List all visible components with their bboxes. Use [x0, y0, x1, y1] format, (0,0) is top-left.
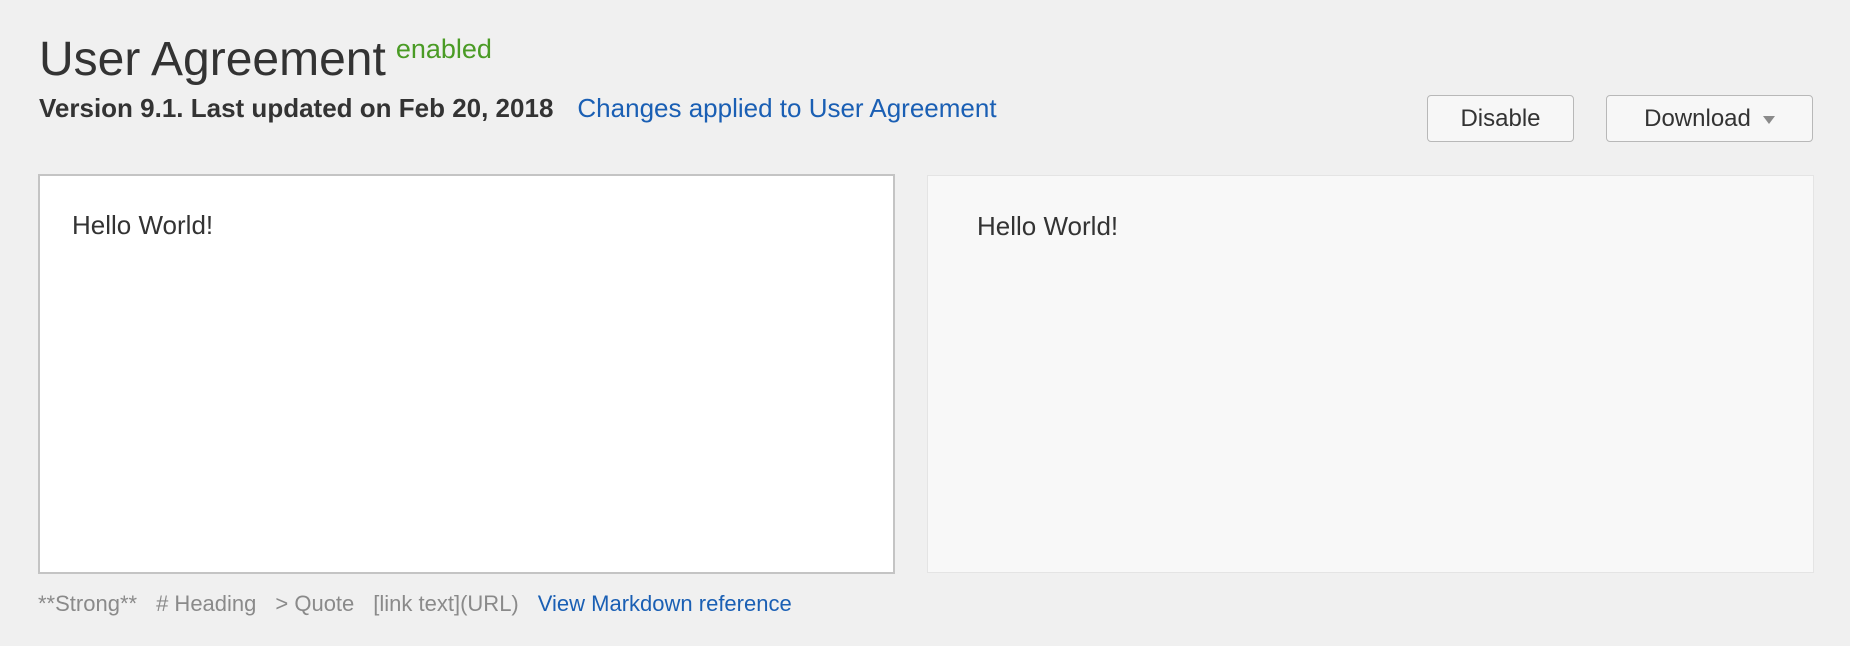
status-badge: enabled: [395, 34, 492, 64]
download-button[interactable]: Download: [1606, 95, 1813, 142]
markdown-reference-link[interactable]: View Markdown reference: [538, 591, 792, 617]
changes-link[interactable]: Changes applied to User Agreement: [577, 93, 996, 124]
title-row: User Agreement enabled: [39, 30, 492, 90]
hint-quote: > Quote: [275, 591, 355, 616]
hint-link: [link text](URL): [373, 591, 519, 616]
markdown-preview: Hello World!: [927, 175, 1814, 573]
editor-content: Hello World!: [72, 210, 214, 240]
hint-heading: # Heading: [156, 591, 257, 616]
agreement-page: User Agreement enabled Version 9.1. Last…: [0, 0, 1850, 646]
markdown-editor[interactable]: Hello World!: [38, 174, 895, 574]
chevron-down-icon: [1762, 115, 1775, 124]
version-info: Version 9.1. Last updated on Feb 20, 201…: [39, 93, 554, 123]
hint-strong: **Strong**: [38, 591, 138, 616]
meta-row: Version 9.1. Last updated on Feb 20, 201…: [39, 93, 997, 124]
page-title: User Agreement: [39, 33, 386, 86]
disable-button[interactable]: Disable: [1427, 95, 1574, 142]
download-button-label: Download: [1644, 104, 1751, 132]
markdown-hints: **Strong** # Heading > Quote [link text]…: [38, 591, 792, 617]
disable-button-label: Disable: [1460, 104, 1541, 132]
preview-content: Hello World!: [977, 211, 1119, 241]
